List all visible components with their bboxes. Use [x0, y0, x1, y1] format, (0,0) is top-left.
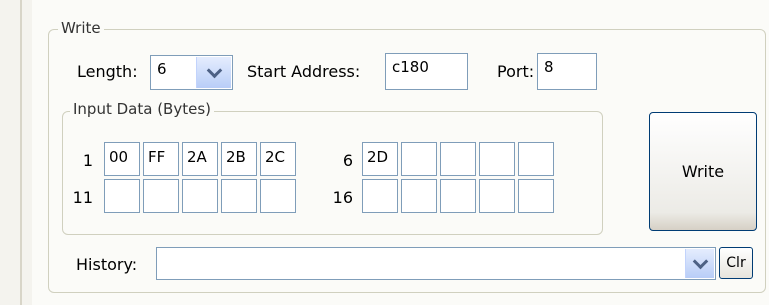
length-label: Length:: [77, 62, 138, 81]
byte-cell[interactable]: 2D: [362, 142, 398, 176]
history-label: History:: [76, 255, 138, 274]
row-index: 11: [72, 188, 93, 207]
chevron-down-icon: [692, 253, 708, 270]
row-index: 6: [342, 151, 353, 170]
byte-cell[interactable]: [104, 179, 140, 213]
byte-cell[interactable]: [479, 142, 515, 176]
byte-cell[interactable]: [401, 142, 437, 176]
row-index: 1: [82, 151, 93, 170]
port-label: Port:: [497, 62, 535, 81]
start-address-input[interactable]: c180: [385, 53, 468, 90]
length-value: 6: [157, 60, 167, 78]
byte-cell[interactable]: 2B: [221, 142, 257, 176]
byte-cell[interactable]: [518, 142, 554, 176]
byte-cell[interactable]: [182, 179, 218, 213]
length-combobox[interactable]: 6: [150, 55, 233, 90]
byte-cell[interactable]: [260, 179, 296, 213]
history-dropdown-button[interactable]: [685, 249, 714, 278]
row-index: 16: [332, 188, 353, 207]
write-group-title: Write: [58, 19, 104, 37]
input-data-title: Input Data (Bytes): [70, 100, 214, 118]
history-combobox[interactable]: [156, 247, 716, 280]
chevron-down-icon: [206, 62, 222, 79]
byte-cell[interactable]: [440, 179, 476, 213]
byte-cell[interactable]: [143, 179, 179, 213]
byte-cell[interactable]: [479, 179, 515, 213]
write-button[interactable]: Write: [649, 112, 757, 231]
byte-cell[interactable]: [518, 179, 554, 213]
byte-cell[interactable]: [221, 179, 257, 213]
length-dropdown-button[interactable]: [196, 57, 231, 88]
byte-cell[interactable]: 00: [104, 142, 140, 176]
start-address-label: Start Address:: [247, 62, 361, 81]
byte-cell[interactable]: FF: [143, 142, 179, 176]
byte-cell[interactable]: 2A: [182, 142, 218, 176]
byte-cell[interactable]: [401, 179, 437, 213]
byte-cell[interactable]: 2C: [260, 142, 296, 176]
clear-history-button[interactable]: Clr: [719, 247, 753, 279]
port-input[interactable]: 8: [537, 53, 597, 90]
window-separator: [20, 0, 22, 305]
byte-cell[interactable]: [362, 179, 398, 213]
write-panel: Write Length: 6 Start Address: c180 Port…: [32, 0, 769, 305]
byte-cell[interactable]: [440, 142, 476, 176]
